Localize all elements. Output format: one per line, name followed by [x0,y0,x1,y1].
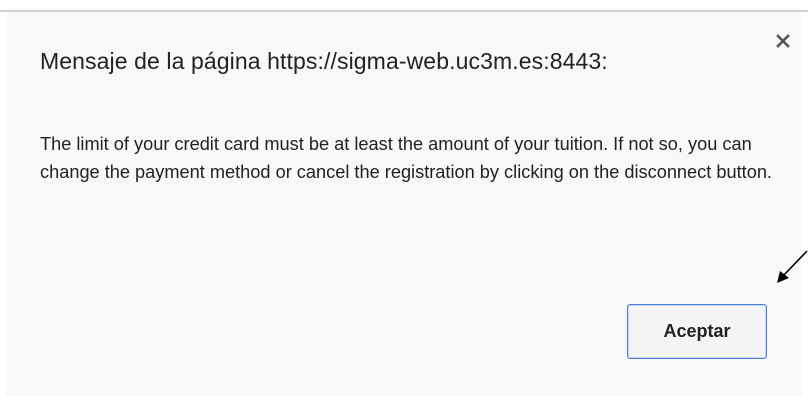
annotation-arrow-icon [777,250,808,283]
browser-page: Mensaje de la página https://sigma-web.u… [0,0,808,396]
top-divider [0,0,808,12]
close-icon [776,34,790,48]
close-button[interactable] [772,30,794,52]
alert-dialog: Mensaje de la página https://sigma-web.u… [7,12,801,396]
dialog-title: Mensaje de la página https://sigma-web.u… [40,48,608,74]
dialog-message: The limit of your credit card must be at… [40,134,772,182]
accept-button[interactable]: Aceptar [627,304,767,359]
